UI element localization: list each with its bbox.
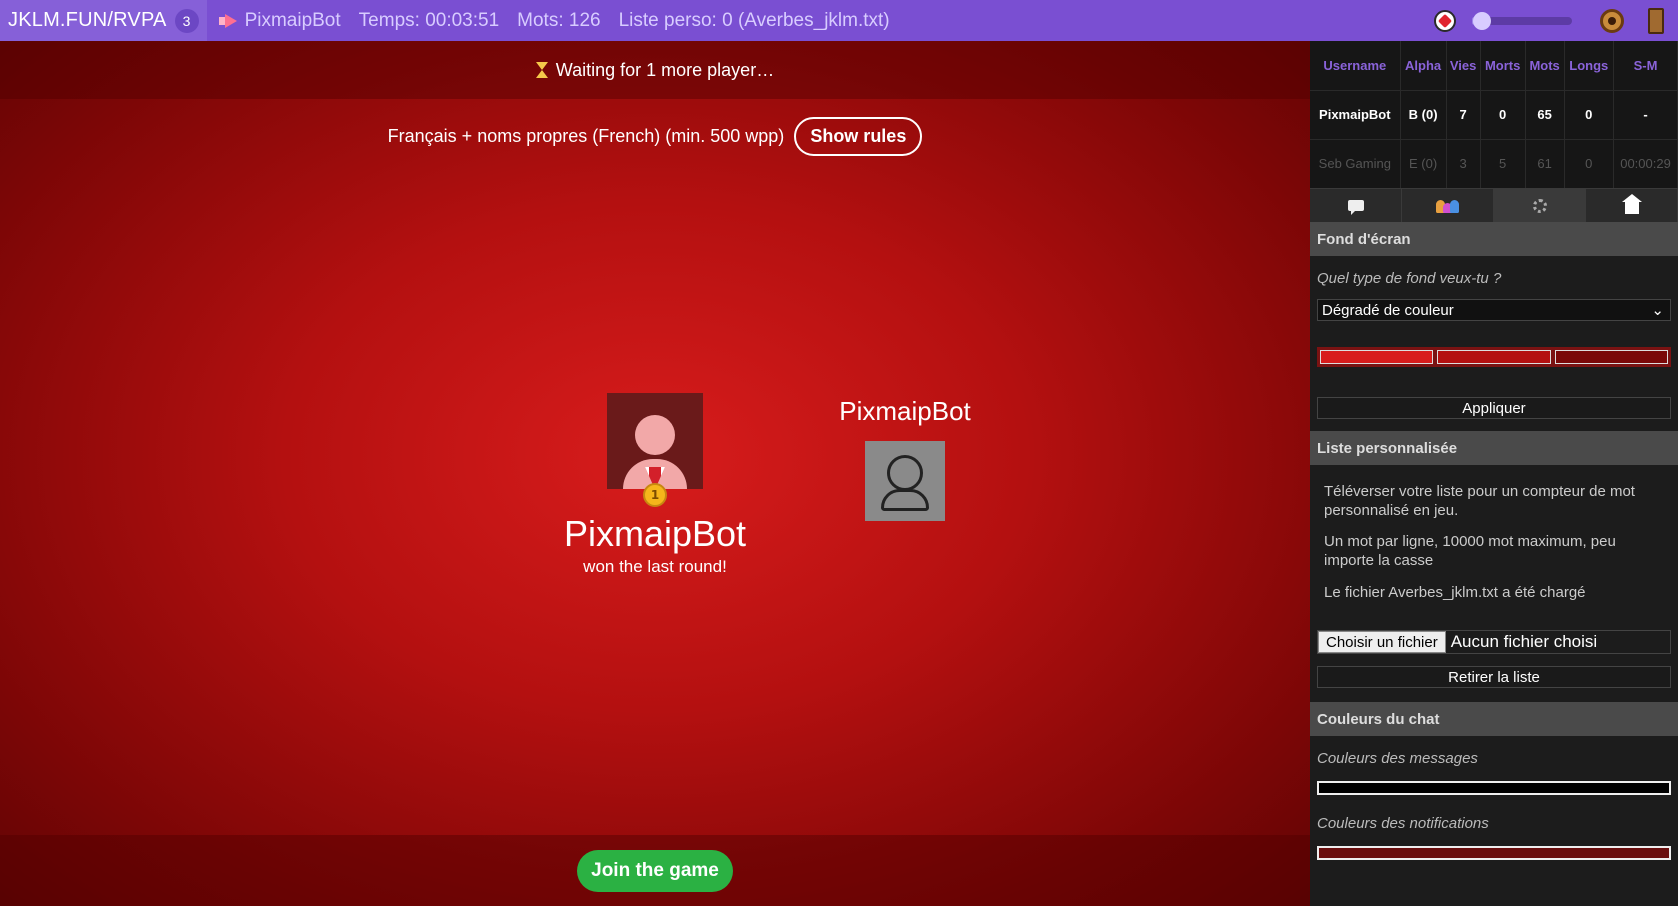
chat-icon (1347, 200, 1364, 215)
sidebar-tabs (1310, 188, 1678, 222)
cell-sm: 00:00:29 (1613, 138, 1678, 188)
waiting-bar: Waiting for 1 more player… (0, 41, 1310, 99)
cell-sm: - (1613, 89, 1678, 139)
player-name-info: PixmaipBot (218, 9, 341, 32)
tab-chat[interactable] (1310, 189, 1402, 222)
section-title-chat-colors: Couleurs du chat (1310, 702, 1678, 736)
words-count-text: Mots: 126 (517, 9, 601, 31)
tab-settings[interactable] (1494, 189, 1586, 222)
door-icon[interactable] (1648, 7, 1664, 34)
sidebar: Username Alpha Vies Morts Mots Longs S-M… (1310, 41, 1678, 906)
chevron-down-icon: ⌄ (1651, 302, 1664, 319)
megaphone-icon (218, 13, 237, 28)
mute-icon[interactable] (1434, 9, 1456, 32)
background-question: Quel type de fond veux-tu ? (1317, 270, 1502, 287)
winner-card: 1 PixmaipBot won the last round! (545, 393, 765, 577)
notification-color-picker[interactable] (1317, 846, 1671, 860)
top-bar: JKLM.FUN/RVPA 3 PixmaipBot Temps: 00:03:… (0, 0, 1678, 41)
player-name-text: PixmaipBot (244, 9, 341, 31)
apply-button[interactable]: Appliquer (1317, 397, 1671, 419)
header-longs: Longs (1564, 41, 1615, 90)
gradient-color-3[interactable] (1554, 350, 1668, 364)
waiting-text: Waiting for 1 more player… (555, 59, 775, 80)
home-icon (1621, 193, 1642, 214)
people-icon (1435, 199, 1460, 213)
dictionary-text: Français + noms propres (French) (min. 5… (387, 126, 785, 146)
show-rules-button[interactable]: Show rules (794, 117, 923, 156)
volume-slider[interactable] (1472, 11, 1572, 30)
game-stage: Waiting for 1 more player… Français + no… (0, 41, 1310, 906)
gradient-color-pickers (1317, 347, 1671, 367)
cell-alpha: E (0) (1400, 138, 1447, 188)
cell-alpha: B (0) (1400, 89, 1447, 139)
section-title-background: Fond d'écran (1310, 222, 1678, 256)
message-color-picker[interactable] (1317, 781, 1671, 795)
choose-file-button[interactable]: Choisir un fichier (1318, 631, 1446, 653)
join-bar: Join the game (0, 835, 1310, 906)
join-game-button[interactable]: Join the game (577, 849, 733, 892)
cell-mots: 61 (1525, 138, 1565, 188)
room-player-count: 3 (174, 8, 199, 33)
player-card-name: PixmaipBot (839, 396, 971, 426)
custom-list-paragraph-3: Le fichier Averbes_jklm.txt a été chargé (1324, 584, 1586, 601)
cell-longs: 0 (1564, 138, 1615, 188)
cell-longs: 0 (1564, 89, 1615, 139)
custom-list-paragraph-2: Un mot par ligne, 10000 mot maximum, peu… (1324, 533, 1616, 569)
medal-coin: 1 (643, 483, 667, 507)
table-row: Seb Gaming E (0) 3 5 61 0 00:00:29 (1310, 138, 1678, 188)
file-status-text: Aucun fichier choisi (1450, 632, 1598, 651)
room-code-text: JKLM.FUN/RVPA (8, 9, 167, 31)
hourglass-icon (535, 62, 548, 78)
top-info: PixmaipBot Temps: 00:03:51 Mots: 126 Lis… (207, 10, 890, 32)
cell-morts: 5 (1480, 138, 1526, 188)
cell-morts: 0 (1480, 89, 1526, 139)
notification-colors-label: Couleurs des notifications (1317, 815, 1489, 832)
cell-vies: 3 (1446, 138, 1481, 188)
cell-username: Seb Gaming (1310, 138, 1401, 188)
stats-table: Username Alpha Vies Morts Mots Longs S-M… (1310, 41, 1678, 188)
remove-list-button[interactable]: Retirer la liste (1317, 666, 1671, 688)
cell-mots: 65 (1525, 89, 1565, 139)
cell-username: PixmaipBot (1310, 89, 1401, 139)
header-morts: Morts (1480, 41, 1526, 90)
header-vies: Vies (1446, 41, 1481, 90)
header-mots: Mots (1525, 41, 1565, 90)
player-card: PixmaipBot (820, 396, 990, 521)
background-type-select[interactable]: Dégradé de couleur ⌄ (1317, 299, 1671, 321)
header-sm: S-M (1613, 41, 1678, 90)
avatar-body-outline (881, 489, 929, 511)
header-username: Username (1310, 41, 1401, 90)
file-input: Choisir un fichier Aucun fichier choisi (1317, 630, 1671, 654)
player-avatar-placeholder (865, 441, 945, 521)
gold-medal-icon: 1 (641, 467, 669, 511)
custom-list-text: Liste perso: 0 (Averbes_jklm.txt) (618, 9, 890, 31)
time-text: Temps: 00:03:51 (358, 9, 500, 31)
donut-icon[interactable] (1600, 8, 1624, 33)
winner-avatar: 1 (607, 393, 703, 507)
volume-knob[interactable] (1473, 11, 1491, 30)
custom-list-paragraph-1: Téléverser votre liste pour un compteur … (1324, 483, 1635, 519)
section-title-custom-list: Liste personnalisée (1310, 431, 1678, 465)
tab-home[interactable] (1586, 189, 1678, 222)
cell-vies: 7 (1446, 89, 1481, 139)
room-code[interactable]: JKLM.FUN/RVPA 3 (0, 0, 207, 41)
winner-name: PixmaipBot (563, 513, 747, 554)
rules-line: Français + noms propres (French) (min. 5… (0, 117, 1310, 156)
gradient-color-2[interactable] (1437, 350, 1551, 364)
message-colors-label: Couleurs des messages (1317, 750, 1478, 767)
stats-header-row: Username Alpha Vies Morts Mots Longs S-M (1310, 41, 1678, 90)
tab-players[interactable] (1402, 189, 1494, 222)
gradient-color-1[interactable] (1320, 350, 1434, 364)
avatar-head (635, 415, 675, 455)
top-controls (1434, 7, 1678, 34)
background-type-value: Dégradé de couleur (1322, 301, 1454, 319)
avatar-head-outline (887, 455, 923, 491)
winner-subtitle: won the last round! (583, 557, 727, 576)
table-row: PixmaipBot B (0) 7 0 65 0 - (1310, 89, 1678, 139)
header-alpha: Alpha (1400, 41, 1447, 90)
gear-icon (1532, 198, 1547, 213)
